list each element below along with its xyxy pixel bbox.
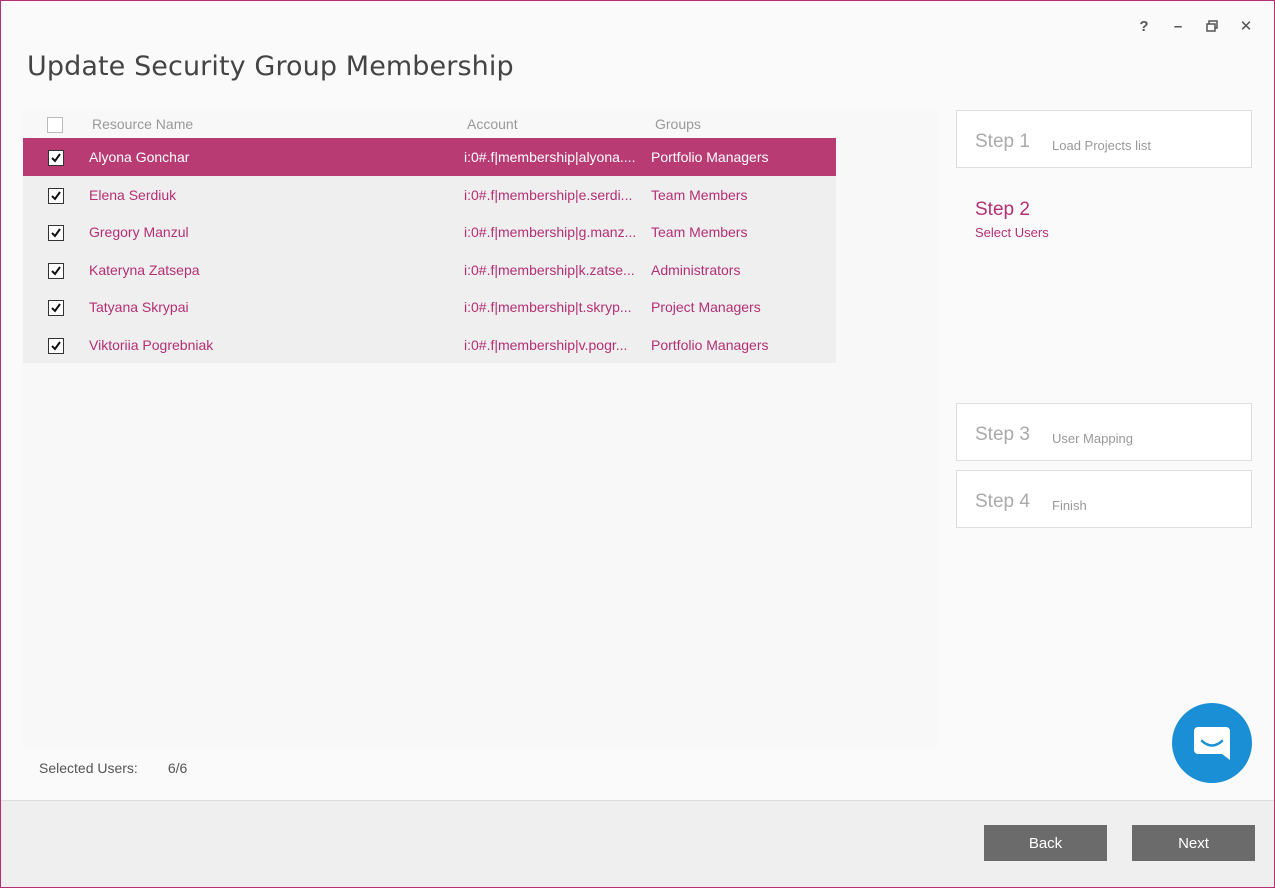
bottom-bar: Back Next <box>1 800 1274 887</box>
row-checkbox[interactable] <box>48 187 64 204</box>
grid-header: Resource Name Account Groups <box>23 109 836 139</box>
account-cell: i:0#.f|membership|alyona.... <box>464 149 636 165</box>
resource-name-cell: Gregory Manzul <box>89 224 189 240</box>
resource-name-cell: Kateryna Zatsepa <box>89 261 200 278</box>
group-cell: Portfolio Managers <box>651 149 769 165</box>
resource-name-cell: Tatyana Skrypai <box>89 299 189 315</box>
step-4-panel[interactable]: Step 4 Finish <box>956 470 1252 528</box>
table-row[interactable]: Elena Serdiuk i:0#.f|membership|e.serdi.… <box>23 175 836 213</box>
column-header-groups[interactable]: Groups <box>655 116 701 132</box>
group-cell: Portfolio Managers <box>651 336 769 353</box>
select-all-checkbox[interactable] <box>47 117 63 133</box>
chat-icon <box>1194 727 1230 760</box>
table-row[interactable]: Kateryna Zatsepa i:0#.f|membership|k.zat… <box>23 250 836 288</box>
account-cell: i:0#.f|membership|k.zatse... <box>464 261 635 278</box>
step-number: Step 3 <box>975 424 1030 445</box>
table-row[interactable]: Viktoriia Pogrebniak i:0#.f|membership|v… <box>23 325 836 363</box>
minimize-icon[interactable]: – <box>1168 15 1188 37</box>
chat-launcher-button[interactable] <box>1172 703 1252 783</box>
column-header-resource-name[interactable]: Resource Name <box>92 116 193 132</box>
selected-users-count: 6/6 <box>167 760 188 776</box>
row-checkbox[interactable] <box>48 225 64 241</box>
group-cell: Team Members <box>651 224 748 240</box>
selected-users-label: Selected Users: <box>39 760 138 776</box>
row-checkbox[interactable] <box>48 150 64 166</box>
step-description: Load Projects list <box>1052 138 1151 153</box>
help-icon[interactable]: ? <box>1134 15 1154 37</box>
grid-rows: Alyona Gonchar i:0#.f|membership|alyona.… <box>23 138 836 363</box>
row-checkbox[interactable] <box>48 300 64 316</box>
step-3-panel[interactable]: Step 3 User Mapping <box>956 403 1252 461</box>
step-number: Step 4 <box>975 491 1030 512</box>
page-title: Update Security Group Membership <box>27 51 514 82</box>
window-controls: ? – ✕ <box>1134 15 1256 37</box>
users-grid: Resource Name Account Groups Alyona Gonc… <box>23 109 937 749</box>
step-number: Step 1 <box>975 131 1030 152</box>
account-cell: i:0#.f|membership|e.serdi... <box>464 186 633 203</box>
account-cell: i:0#.f|membership|g.manz... <box>464 224 637 240</box>
group-cell: Administrators <box>651 261 741 278</box>
account-cell: i:0#.f|membership|t.skryp... <box>464 299 632 315</box>
table-row[interactable]: Gregory Manzul i:0#.f|membership|g.manz.… <box>23 213 836 251</box>
row-checkbox[interactable] <box>48 262 64 279</box>
step-description: User Mapping <box>1052 431 1133 446</box>
restore-icon[interactable] <box>1202 15 1222 37</box>
back-button[interactable]: Back <box>984 825 1107 861</box>
resource-name-cell: Viktoriia Pogrebniak <box>89 336 214 353</box>
app-window: ? – ✕ Update Security Group Membership R… <box>0 0 1275 888</box>
next-button[interactable]: Next <box>1132 825 1255 861</box>
step-description: Select Users <box>975 225 1049 240</box>
group-cell: Project Managers <box>651 299 761 315</box>
table-row[interactable]: Alyona Gonchar i:0#.f|membership|alyona.… <box>23 138 836 176</box>
step-1-panel[interactable]: Step 1 Load Projects list <box>956 110 1252 168</box>
column-header-account[interactable]: Account <box>467 116 518 132</box>
account-cell: i:0#.f|membership|v.pogr... <box>464 336 628 353</box>
close-icon[interactable]: ✕ <box>1236 15 1256 37</box>
group-cell: Team Members <box>651 186 748 203</box>
row-checkbox[interactable] <box>48 337 64 354</box>
step-2-panel: Step 2 Select Users <box>975 199 1049 240</box>
step-description: Finish <box>1052 498 1087 513</box>
step-number: Step 2 <box>975 199 1030 220</box>
selected-users-summary: Selected Users: 6/6 <box>39 760 187 776</box>
resource-name-cell: Alyona Gonchar <box>89 149 190 165</box>
table-row[interactable]: Tatyana Skrypai i:0#.f|membership|t.skry… <box>23 288 836 326</box>
resource-name-cell: Elena Serdiuk <box>89 186 177 203</box>
